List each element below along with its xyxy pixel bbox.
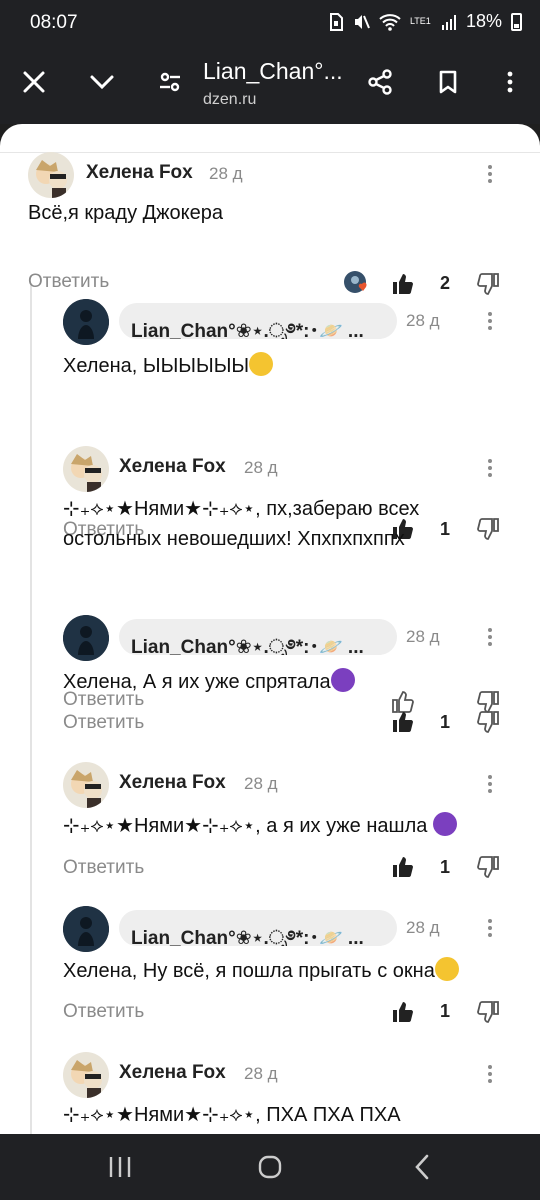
signal-icon: [441, 14, 456, 30]
comment-author[interactable]: Lian_Chan°❀⋆.ೃ࿔*:･🪐 ...: [119, 303, 397, 339]
close-icon: [23, 71, 45, 93]
wifi-icon: [379, 13, 401, 31]
comment-author[interactable]: Хелена Fox: [86, 162, 193, 184]
back-button[interactable]: [402, 1150, 442, 1184]
battery-icon: [511, 12, 522, 31]
site-settings-button[interactable]: [150, 62, 190, 102]
reply-button[interactable]: Ответить: [28, 271, 109, 293]
status-time: 08:07: [30, 12, 78, 33]
system-nav-bar: [0, 1134, 540, 1200]
avatar[interactable]: [63, 615, 109, 661]
comment-text: ⊹₊⟡⋆★Нями★⊹₊⟡⋆, ПХА ПХА ПХА: [63, 1104, 401, 1126]
smiling-devil-emoji-icon: [330, 668, 355, 692]
thumb-up-icon[interactable]: [391, 272, 415, 296]
avatar[interactable]: [63, 906, 109, 952]
avatar[interactable]: [63, 762, 109, 808]
comment-date: 28 д: [244, 458, 278, 477]
smiling-devil-emoji-icon: [432, 812, 457, 836]
recent-apps-icon: [109, 1157, 131, 1177]
like-count: 1: [440, 1001, 451, 1021]
comment-author[interactable]: Хелена Fox: [119, 772, 226, 794]
angry-face-emoji-icon: [249, 352, 274, 376]
close-button[interactable]: [14, 62, 54, 102]
like-count: 1: [440, 857, 451, 877]
comment-date: 28 д: [406, 627, 440, 646]
menu-button[interactable]: [490, 62, 530, 102]
mute-icon: [354, 14, 370, 29]
avatar[interactable]: [63, 299, 109, 345]
sim-icon: [329, 12, 343, 31]
comment-author[interactable]: Хелена Fox: [119, 456, 226, 478]
thumb-up-icon[interactable]: [391, 1000, 415, 1024]
thumb-down-icon[interactable]: [476, 1000, 500, 1024]
more-vertical-icon[interactable]: [480, 625, 500, 647]
thumb-down-icon[interactable]: [476, 272, 500, 296]
comment-date: 28 д: [406, 918, 440, 937]
avatar[interactable]: [63, 446, 109, 492]
comment-text: Хелена, ЫЫЫЫЫЫ: [63, 351, 274, 381]
comment-text: Хелена, А я их уже спрятала: [63, 667, 355, 697]
more-vertical-icon[interactable]: [480, 772, 500, 794]
thumb-up-icon[interactable]: [391, 855, 415, 879]
more-vertical-icon[interactable]: [480, 1062, 500, 1084]
more-vertical-icon[interactable]: [480, 456, 500, 478]
more-vertical-icon: [507, 71, 513, 93]
network-type: LTE1: [409, 16, 431, 26]
salute-face-emoji-icon: [434, 957, 459, 981]
browser-bar: Lian_Chan°... dzen.ru: [0, 44, 540, 124]
collapse-button[interactable]: [82, 62, 122, 102]
thumb-down-icon[interactable]: [476, 855, 500, 879]
thumb-down-icon[interactable]: [476, 710, 500, 734]
comment-date: 28 д: [406, 311, 440, 330]
reaction-avatars: [344, 270, 374, 294]
divider: [0, 152, 540, 153]
more-vertical-icon[interactable]: [480, 162, 500, 184]
reply-button[interactable]: Ответить: [63, 1001, 144, 1023]
page-title: Lian_Chan°...: [203, 58, 343, 84]
comment-date: 28 д: [244, 1064, 278, 1083]
comment-text: Хелена, Ну всё, я пошла прыгать с окна: [63, 956, 459, 986]
recent-apps-button[interactable]: [100, 1150, 140, 1184]
more-vertical-icon[interactable]: [480, 916, 500, 938]
comments-panel: Хелена Fox 28 д Всё,я краду Джокера Отве…: [0, 124, 540, 1134]
comment-text: ⊹₊⟡⋆★Нями★⊹₊⟡⋆, а я их уже нашла: [63, 811, 457, 841]
comment-author[interactable]: Lian_Chan°❀⋆.ೃ࿔*:･🪐 ...: [119, 910, 397, 946]
comment-date: 28 д: [209, 164, 243, 183]
thumb-up-icon[interactable]: [391, 710, 415, 734]
chevron-down-icon: [90, 75, 114, 90]
bookmark-icon: [439, 70, 457, 94]
reply-button[interactable]: Ответить: [63, 712, 144, 734]
comment-author[interactable]: Lian_Chan°❀⋆.ೃ࿔*:･🪐 ...: [119, 619, 397, 655]
back-icon: [415, 1154, 429, 1180]
comment-text: Всё,я краду Джокера: [28, 202, 224, 224]
avatar[interactable]: [28, 152, 74, 198]
battery-percent: 18%: [465, 11, 502, 31]
share-button[interactable]: [360, 62, 400, 102]
like-count: 1: [440, 712, 451, 732]
share-icon: [368, 69, 392, 95]
page-url: dzen.ru: [203, 91, 257, 108]
comment-author[interactable]: Хелена Fox: [119, 1062, 226, 1084]
status-icons: LTE1 18%: [329, 11, 522, 32]
status-bar: 08:07 LTE1 18%: [0, 0, 540, 44]
avatar[interactable]: [63, 1052, 109, 1098]
home-button[interactable]: [250, 1150, 290, 1184]
bookmark-button[interactable]: [428, 62, 468, 102]
thread-line: [30, 284, 32, 1134]
comment-date: 28 д: [244, 774, 278, 793]
comment-text: ⊹₊⟡⋆★Нями★⊹₊⟡⋆, пх,забераю всех остольны…: [63, 498, 420, 550]
reply-button[interactable]: Ответить: [63, 857, 144, 879]
tune-icon: [160, 72, 180, 92]
home-icon: [258, 1155, 282, 1179]
more-vertical-icon[interactable]: [480, 309, 500, 331]
like-count: 2: [440, 273, 451, 293]
